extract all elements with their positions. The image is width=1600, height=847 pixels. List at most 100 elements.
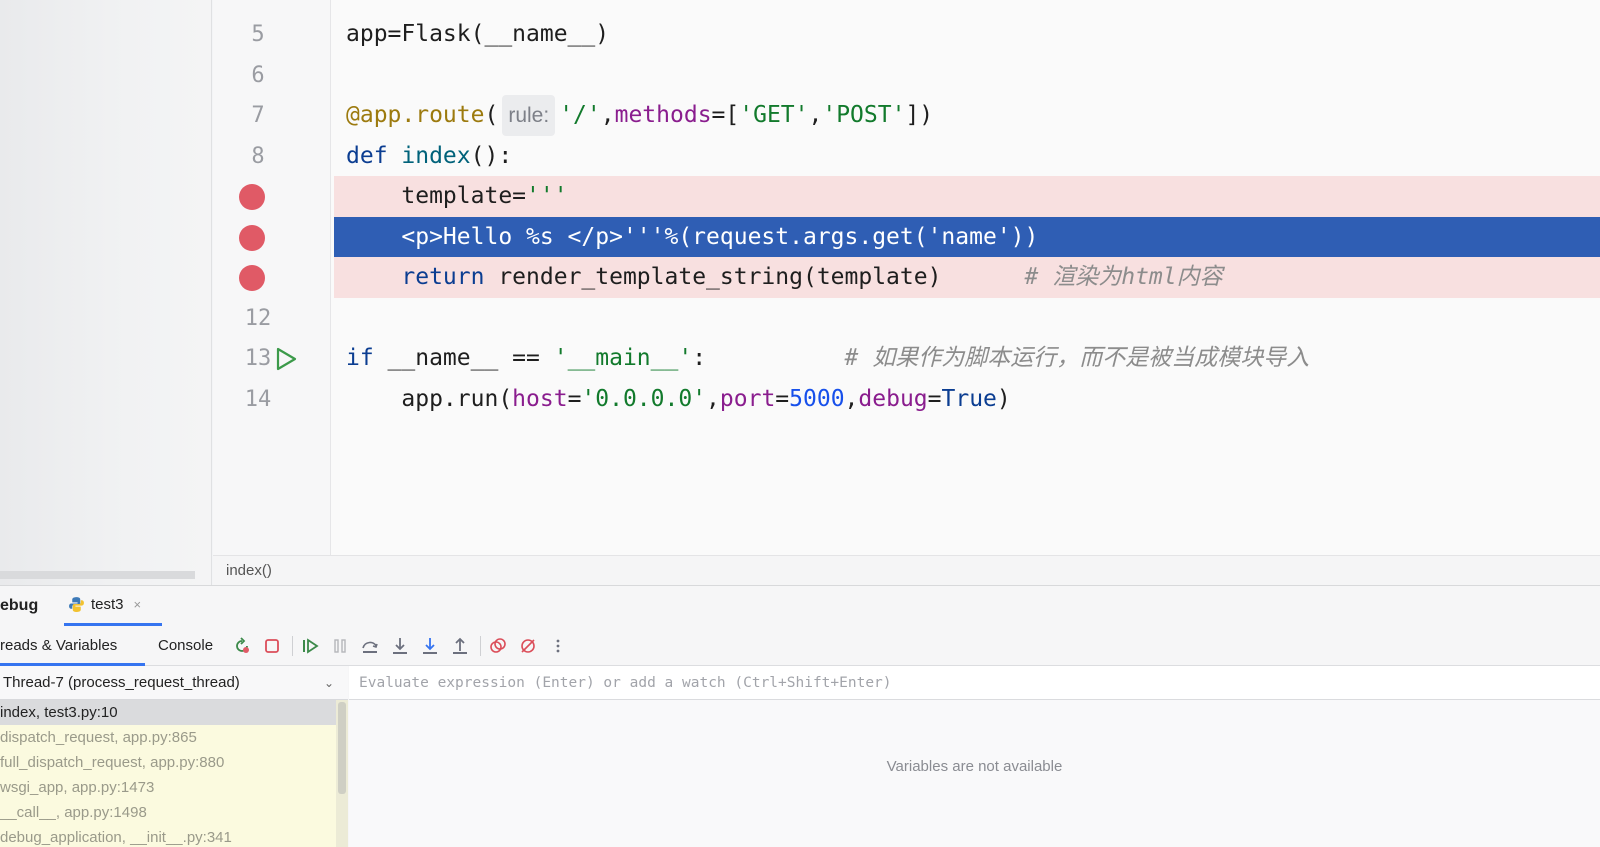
stack-frame[interactable]: dispatch_request, app.py:865 <box>0 725 336 750</box>
code-token: ( <box>484 102 499 128</box>
code-text[interactable]: def index(): <box>334 136 1600 177</box>
project-panel-scrollbar[interactable] <box>0 571 195 579</box>
code-token: 5000 <box>789 385 845 412</box>
code-token: port <box>719 385 776 412</box>
code-token: index <box>401 142 471 169</box>
thread-selector-value: Thread-7 (process_request_thread) <box>3 674 240 691</box>
code-token: =[ <box>711 102 740 128</box>
run-icon[interactable] <box>273 346 299 372</box>
code-token: if <box>346 345 388 371</box>
code-token: , <box>706 385 720 412</box>
tab-label: test3 <box>91 596 124 613</box>
debug-header: ebug test3 × <box>0 586 1600 626</box>
line-number[interactable]: 6 <box>233 55 283 96</box>
more-icon[interactable] <box>548 636 568 656</box>
code-line[interactable]: 8 def index(): <box>213 136 1600 177</box>
frame-list-scrollbar[interactable] <box>336 700 348 847</box>
code-text[interactable]: @app.route(rule: '/',methods=['GET','POST… <box>334 95 1600 136</box>
line-number[interactable]: 7 <box>233 95 283 136</box>
code-token: return <box>346 264 499 290</box>
python-icon <box>69 597 84 612</box>
code-token: app=Flask(__name__) <box>346 21 610 47</box>
project-panel <box>0 0 212 585</box>
code-token: debug <box>858 385 928 412</box>
code-token: = <box>567 385 582 412</box>
code-token: '0.0.0.0' <box>581 385 707 412</box>
breadcrumb[interactable]: index() <box>213 555 1600 585</box>
stack-frame[interactable]: full_dispatch_request, app.py:880 <box>0 750 336 775</box>
code-line[interactable]: 5 app=Flask(__name__) <box>213 14 1600 55</box>
step-into-icon[interactable] <box>390 636 410 656</box>
code-text[interactable]: <p>Hello %s </p>'''%(request.args.get('n… <box>334 216 1600 258</box>
code-token: host <box>512 385 568 412</box>
thread-selector[interactable]: Thread-7 (process_request_thread) ⌄ <box>0 666 348 700</box>
tab-console[interactable]: Console <box>158 626 213 666</box>
variables-pane: Variables are not available <box>349 666 1600 847</box>
code-text[interactable]: template=''' <box>334 176 1600 217</box>
code-token: ''' <box>526 183 568 209</box>
view-breakpoints-icon[interactable] <box>488 636 508 656</box>
line-number[interactable]: 14 <box>233 379 283 420</box>
code-line[interactable]: 12 <box>213 298 1600 339</box>
line-number[interactable]: 8 <box>233 136 283 177</box>
code-token: ]) <box>905 102 934 128</box>
code-token: render_template_string(template) <box>498 264 1025 290</box>
code-line[interactable]: 13 if __name__ == '__main__': # 如果作为脚本运行，… <box>213 338 1600 379</box>
code-line[interactable]: <p>Hello %s </p>'''%(request.args.get('n… <box>213 216 1600 258</box>
code-line[interactable]: 7 @app.route(rule: '/',methods=['GET','POS… <box>213 95 1600 136</box>
parameter-hint: rule: <box>502 95 556 136</box>
variables-empty-message: Variables are not available <box>886 758 1063 775</box>
step-into-my-code-icon[interactable] <box>420 636 440 656</box>
code-token: 'GET' <box>739 102 809 128</box>
line-number[interactable]: 12 <box>233 298 283 339</box>
code-token: True <box>941 385 997 412</box>
tab-threads-variables[interactable]: reads & Variables <box>0 626 145 666</box>
frame-list[interactable]: index, test3.py:10 dispatch_request, app.… <box>0 700 336 847</box>
breakpoint-icon[interactable] <box>239 265 265 291</box>
pause-icon[interactable] <box>330 636 350 656</box>
evaluate-expression-input[interactable] <box>349 666 1600 700</box>
stop-icon[interactable] <box>262 636 282 656</box>
code-token: '/' <box>559 102 601 128</box>
code-token: __name__ == <box>387 345 554 371</box>
stack-frame[interactable]: wsgi_app, app.py:1473 <box>0 775 336 800</box>
stack-frame[interactable]: index, test3.py:10 <box>0 700 336 725</box>
close-icon[interactable]: × <box>134 597 142 612</box>
code-line[interactable]: 6 <box>213 55 1600 96</box>
code-text[interactable]: if __name__ == '__main__': # 如果作为脚本运行，而不… <box>334 338 1600 379</box>
code-token: = <box>927 385 942 412</box>
code-text[interactable]: app.run(host='0.0.0.0',port=5000,debug=T… <box>334 379 1600 420</box>
scrollbar-thumb[interactable] <box>338 702 346 794</box>
code-token: # 如果作为脚本运行，而不是被当成模块导入 <box>844 345 1310 371</box>
code-token: template= <box>346 183 527 209</box>
step-over-icon[interactable] <box>360 636 380 656</box>
mute-breakpoints-icon[interactable] <box>518 636 538 656</box>
code-text[interactable] <box>334 298 1600 339</box>
resume-icon[interactable] <box>300 636 320 656</box>
code-text[interactable]: app=Flask(__name__) <box>334 14 1600 55</box>
stack-frame[interactable]: debug_application, __init__.py:341 <box>0 825 336 847</box>
breakpoint-icon[interactable] <box>239 184 265 210</box>
code-line[interactable]: template=''' <box>213 176 1600 217</box>
code-text[interactable]: return render_template_string(template) … <box>334 257 1600 298</box>
chevron-down-icon: ⌄ <box>323 676 334 690</box>
code-line[interactable]: return render_template_string(template) … <box>213 257 1600 298</box>
rerun-icon[interactable] <box>232 636 252 656</box>
code-token: @app.route <box>346 102 485 128</box>
step-out-icon[interactable] <box>450 636 470 656</box>
code-token: '__main__' <box>553 345 693 371</box>
code-token: = <box>775 385 790 412</box>
debug-toolbar: reads & Variables Console <box>0 626 1600 666</box>
line-number[interactable]: 5 <box>233 14 283 55</box>
code-line[interactable]: 14 app.run(host='0.0.0.0',port=5000,debu… <box>213 379 1600 420</box>
code-text[interactable] <box>334 55 1600 96</box>
debug-tool-window: ebug test3 × reads & Variables Console T… <box>0 585 1600 847</box>
breakpoint-icon[interactable] <box>239 224 265 251</box>
toolbar-separator <box>292 636 293 656</box>
code-token: ) <box>996 385 1011 412</box>
code-editor[interactable]: 5 app=Flask(__name__) 6 7 @app.route(rule: '/… <box>213 0 1600 555</box>
debug-title: ebug <box>0 597 39 614</box>
frames-pane: Thread-7 (process_request_thread) ⌄ inde… <box>0 666 348 847</box>
tab-test3[interactable]: test3 × <box>64 586 162 626</box>
stack-frame[interactable]: __call__, app.py:1498 <box>0 800 336 825</box>
